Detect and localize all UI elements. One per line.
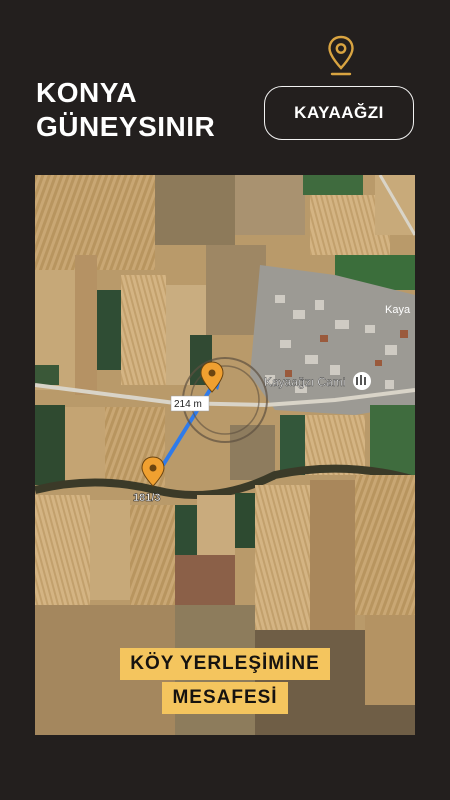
field [35, 605, 175, 735]
field [235, 493, 255, 548]
field [175, 555, 235, 605]
satellite-map[interactable]: Kayaağzı Cami Kaya 214 m 181/3 [35, 175, 415, 735]
field [121, 275, 166, 385]
field [155, 175, 235, 245]
page-title: KONYA GÜNEYSINIR [36, 76, 215, 144]
distance-label: 214 m [174, 399, 202, 410]
field [365, 615, 415, 705]
field [35, 365, 59, 385]
field [175, 505, 197, 555]
field [35, 405, 65, 485]
parcel-label: 181/3 [133, 492, 161, 504]
title-line-1: KONYA [36, 77, 138, 108]
field [230, 425, 275, 480]
field [310, 480, 355, 630]
title-line-2: GÜNEYSINIR [36, 111, 216, 142]
village-label: Kaya [385, 304, 411, 316]
field [235, 175, 305, 235]
field [97, 290, 121, 370]
location-pin-icon [328, 35, 354, 76]
field [370, 405, 415, 475]
field [65, 407, 105, 487]
location-button[interactable]: KAYAAĞZI [264, 86, 414, 140]
field [303, 175, 363, 195]
field [35, 495, 90, 605]
field [175, 605, 255, 735]
mosque-label: Kayaağzı Cami [264, 375, 345, 389]
field [355, 475, 415, 615]
field [280, 415, 305, 475]
field [75, 255, 97, 395]
field [255, 485, 310, 635]
field [90, 500, 130, 600]
